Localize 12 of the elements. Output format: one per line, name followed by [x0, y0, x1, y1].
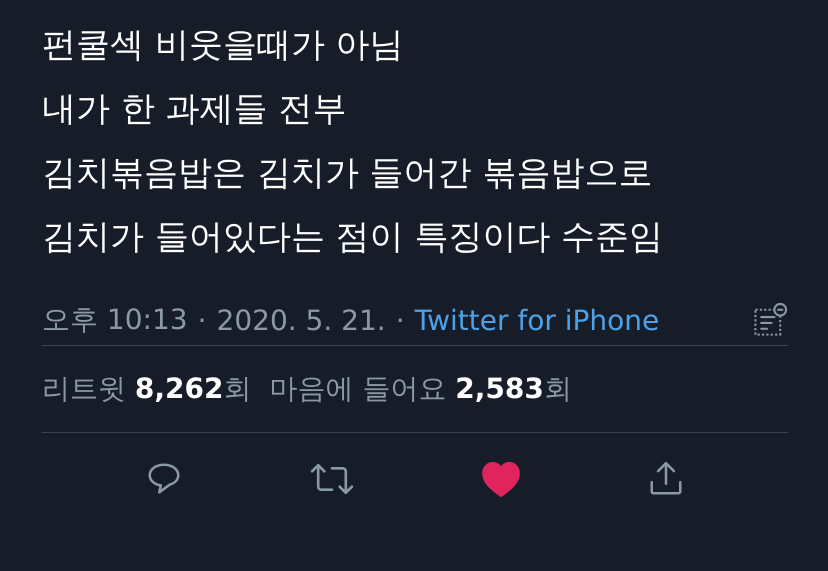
- stat-text[interactable]: 마음에 들어요 2,583회: [269, 370, 572, 408]
- tweet-time: 오후 10:13: [42, 302, 188, 338]
- tweet-text: 내가 한 과제들 전부: [42, 88, 348, 131]
- source-link[interactable]: Twitter for iPhone: [414, 304, 660, 336]
- tweet-text: 펀쿨섹 비웃을때가 아님: [42, 24, 405, 67]
- separator: ·: [198, 304, 206, 336]
- tweet-text: 김치볶음밥은 김치가 들어간 볶음밥으로: [42, 152, 654, 195]
- separator: ·: [396, 304, 405, 336]
- stat-text[interactable]: 리트윗 8,262회: [42, 370, 252, 408]
- tweet-text: 김치가 들어있다는 점이 특징이다 수준임: [42, 216, 664, 259]
- heart-icon[interactable]: [481, 460, 521, 498]
- tweet-date: 2020. 5. 21.: [216, 304, 386, 336]
